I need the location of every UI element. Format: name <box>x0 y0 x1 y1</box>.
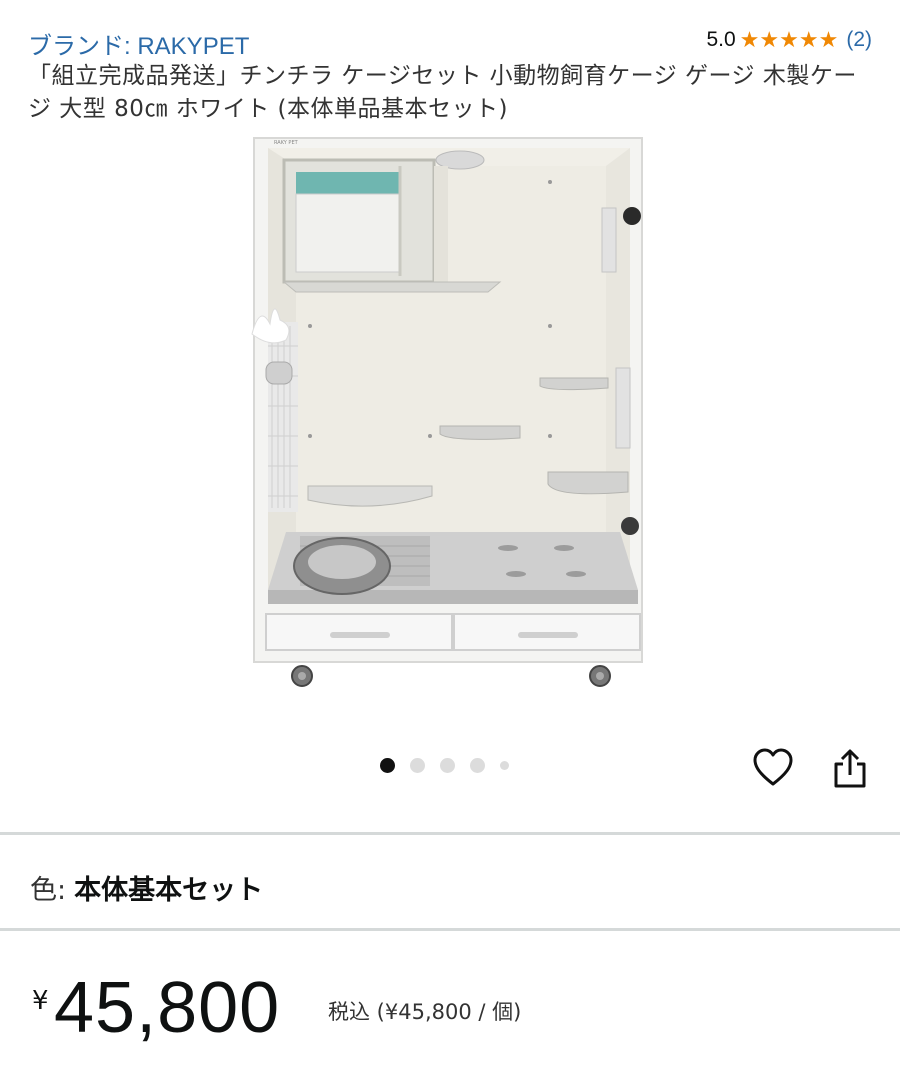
rating-score: 5.0 <box>706 28 736 51</box>
carousel-dot[interactable] <box>380 758 395 773</box>
star-icon: ★ <box>739 27 760 52</box>
carousel-dot[interactable] <box>500 761 509 770</box>
rating[interactable]: 5.0 ★ ★ ★ ★ ★ (2) <box>706 28 872 52</box>
price-note: 税込 (¥45,800 / 個) <box>328 1000 522 1024</box>
share-icon <box>834 749 866 788</box>
brand-link[interactable]: ブランド: RAKYPET <box>28 26 249 61</box>
product-title: 「組立完成品発送」チンチラ ケージセット 小動物飼育ケージ ゲージ 木製ケージ … <box>28 63 857 122</box>
star-icon: ★ <box>818 27 839 52</box>
variant-value: 本体基本セット <box>74 875 264 906</box>
variant-selector[interactable]: 色: 本体基本セット <box>30 868 263 907</box>
rating-stars: ★ ★ ★ ★ ★ <box>740 29 839 51</box>
carousel-dot[interactable] <box>410 758 425 773</box>
header-row: ブランド: RAKYPET 5.0 ★ ★ ★ ★ ★ (2) <box>28 24 872 61</box>
rating-count-link[interactable]: (2) <box>846 28 872 52</box>
share-button[interactable] <box>830 748 870 790</box>
product-image[interactable]: RAKY PET <box>250 136 650 688</box>
price-currency: ¥ <box>32 986 49 1016</box>
star-icon: ★ <box>779 27 799 52</box>
carousel-dots <box>380 758 524 773</box>
divider <box>0 832 900 835</box>
star-icon: ★ <box>759 27 780 52</box>
price-value: 45,800 <box>54 968 281 1048</box>
star-icon: ★ <box>798 27 819 52</box>
brand-label: RAKY PET <box>274 140 299 146</box>
carousel-dot[interactable] <box>470 758 485 773</box>
wishlist-button[interactable] <box>752 748 794 788</box>
divider <box>0 928 900 931</box>
heart-outline-icon <box>753 748 793 786</box>
variant-label: 色: <box>30 875 67 906</box>
carousel-dot[interactable] <box>440 758 455 773</box>
